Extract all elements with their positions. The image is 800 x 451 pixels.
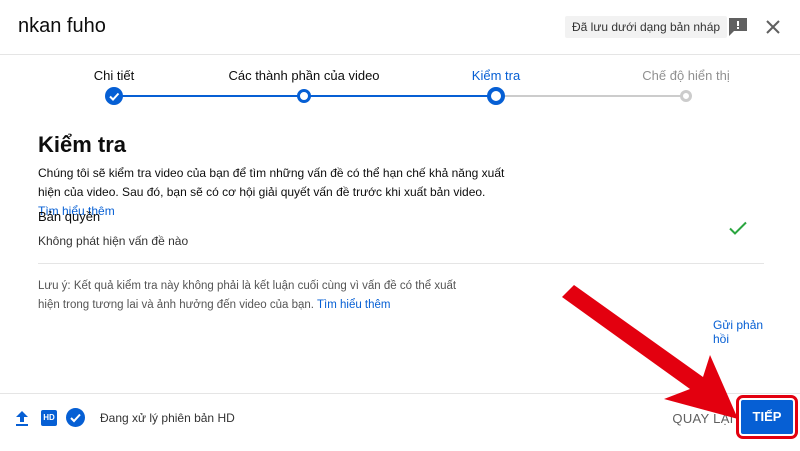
upload-stepper: Chi tiết Các thành phần của video Kiểm t… <box>0 54 800 114</box>
copyright-title: Bản quyền <box>38 209 101 224</box>
step-visibility-label[interactable]: Chế độ hiển thị <box>642 68 729 83</box>
checks-description-text: Chúng tôi sẽ kiểm tra video của bạn để t… <box>38 166 505 199</box>
step-elements-label[interactable]: Các thành phần của video <box>228 68 379 83</box>
next-button[interactable]: TIẾP <box>736 395 798 439</box>
note-learn-more-link[interactable]: Tìm hiểu thêm <box>317 299 391 311</box>
check-icon <box>729 221 747 235</box>
video-title: nkan fuho <box>18 15 106 37</box>
check-circle-icon <box>66 408 85 427</box>
checks-note: Lưu ý: Kết quả kiểm tra này không phải l… <box>38 277 478 315</box>
back-button[interactable]: QUAY LẠI <box>672 405 734 433</box>
dialog-footer: HD Đang xử lý phiên bản HD QUAY LẠI TIẾP <box>0 393 800 451</box>
page-title: Kiểm tra <box>38 132 127 157</box>
upload-icon <box>16 411 28 426</box>
hd-icon: HD <box>41 410 57 426</box>
send-feedback-link[interactable]: Gửi phản hồi <box>713 318 768 346</box>
step-checks-label[interactable]: Kiểm tra <box>472 68 520 83</box>
processing-status: Đang xử lý phiên bản HD <box>100 411 235 425</box>
feedback-icon[interactable] <box>727 17 749 37</box>
upload-dialog: nkan fuho Đã lưu dưới dạng bản nháp Chi … <box>0 0 800 450</box>
checks-note-text: Lưu ý: Kết quả kiểm tra này không phải l… <box>38 280 457 311</box>
step-elements-node[interactable] <box>297 89 311 103</box>
dialog-header: nkan fuho Đã lưu dưới dạng bản nháp <box>0 0 800 55</box>
step-details-node[interactable] <box>105 87 123 105</box>
section-divider <box>38 263 764 264</box>
copyright-status: Không phát hiện vấn đề nào <box>38 234 189 248</box>
check-icon <box>109 92 120 101</box>
checks-description: Chúng tôi sẽ kiểm tra video của bạn để t… <box>38 164 508 221</box>
stepper-remaining-track <box>496 95 686 97</box>
step-visibility-node[interactable] <box>680 90 692 102</box>
step-checks-node[interactable] <box>487 87 505 105</box>
draft-status-badge: Đã lưu dưới dạng bản nháp <box>565 16 728 38</box>
step-details-label[interactable]: Chi tiết <box>94 68 134 83</box>
close-icon[interactable] <box>762 16 784 38</box>
